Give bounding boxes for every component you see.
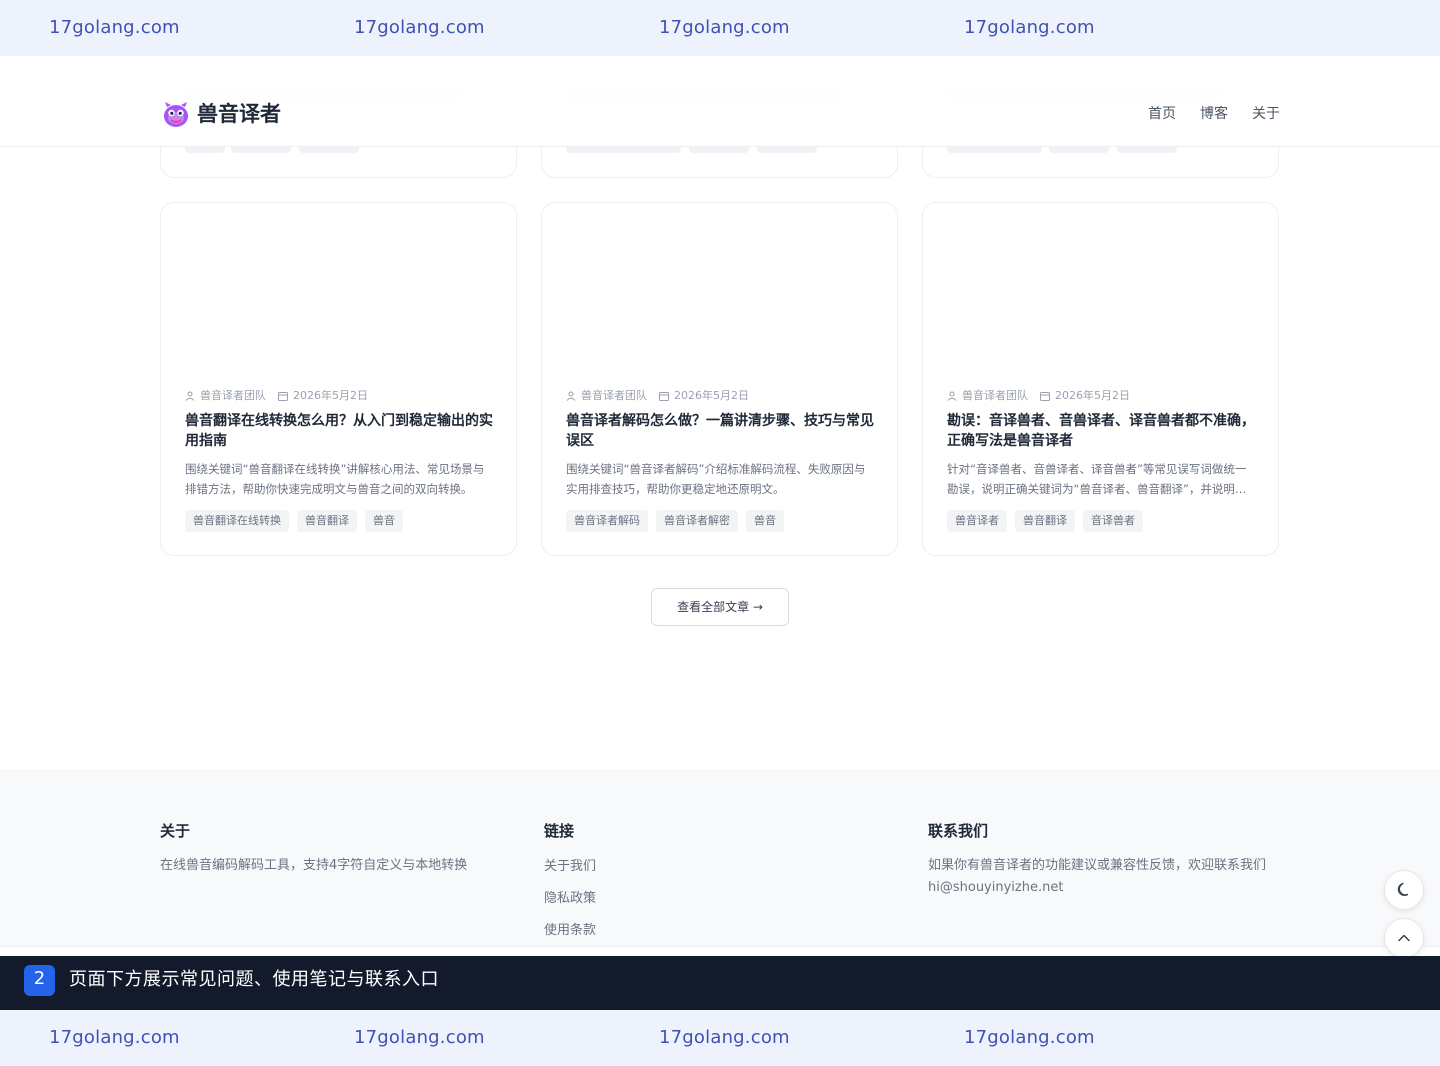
footer-heading: 关于 <box>160 822 191 840</box>
tag[interactable]: 兽音翻译在线转换 <box>185 510 289 532</box>
tag[interactable]: 兽音译者解码 <box>566 510 648 532</box>
footer-heading: 联系我们 <box>928 822 989 840</box>
site-header: 兽音译者 首页 博客 关于 <box>0 56 1440 147</box>
card-cover-image <box>161 203 516 373</box>
footer-heading: 链接 <box>544 822 575 840</box>
tag[interactable]: 兽音译者 <box>947 510 1007 532</box>
watermark-text: 17golang.com <box>354 17 485 38</box>
brand-name[interactable]: 兽音译者 <box>197 100 281 128</box>
card-date: 2026年5月2日 <box>293 389 368 402</box>
card-cover-image <box>542 203 897 373</box>
calendar-icon <box>278 392 288 401</box>
watermark-text: 17golang.com <box>964 1027 1095 1048</box>
nav-blog[interactable]: 博客 <box>1200 104 1228 124</box>
view-all-articles-button[interactable]: 查看全部文章 → <box>651 588 789 626</box>
card-excerpt: 针对“音译兽者、音兽译者、译音兽者”等常见误写词做统一勘误，说明正确关键词为“兽… <box>947 462 1247 496</box>
nav-about[interactable]: 关于 <box>1252 104 1280 124</box>
watermark-text: 17golang.com <box>659 17 790 38</box>
card-tags: 兽音译者 兽音翻译 音译兽者 <box>947 510 1143 532</box>
article-card[interactable]: 兽音译者团队 2026年5月2日 兽音译者解码怎么做？一篇讲清步骤、技巧与常见误… <box>541 202 898 556</box>
step-banner: 2 页面下方展示常见问题、使用笔记与联系入口 <box>0 956 1440 1010</box>
tag[interactable]: 兽音 <box>365 510 403 532</box>
dark-mode-toggle[interactable] <box>1384 870 1424 910</box>
chevron-up-icon <box>1398 934 1410 942</box>
footer-about-text: 在线兽音编码解码工具，支持4字符自定义与本地转换 <box>160 858 468 873</box>
article-card[interactable]: 兽音译者团队 2026年5月2日 勘误：音译兽者、音兽译者、译音兽者都不准确，正… <box>922 202 1279 556</box>
card-meta: 兽音译者团队 2026年5月2日 <box>566 389 749 403</box>
article-card[interactable]: 兽音译者团队 2026年5月2日 兽音翻译在线转换怎么用？从入门到稳定输出的实用… <box>160 202 517 556</box>
watermark-bar-bottom: 17golang.com 17golang.com 17golang.com 1… <box>0 1010 1440 1066</box>
user-icon <box>185 391 195 401</box>
card-title[interactable]: 兽音译者解码怎么做？一篇讲清步骤、技巧与常见误区 <box>566 411 876 451</box>
watermark-text: 17golang.com <box>49 1027 180 1048</box>
card-author: 兽音译者团队 <box>962 389 1028 402</box>
card-title[interactable]: 勘误：音译兽者、音兽译者、译音兽者都不准确，正确写法是兽音译者 <box>947 411 1257 451</box>
footer-link-terms[interactable]: 使用条款 <box>544 921 844 941</box>
footer-contact: 联系我们 如果你有兽音译者的功能建议或兼容性反馈，欢迎联系我们hi@shouyi… <box>928 821 1280 899</box>
footer-link-privacy[interactable]: 隐私政策 <box>544 889 844 909</box>
watermark-text: 17golang.com <box>49 17 180 38</box>
watermark-text: 17golang.com <box>659 1027 790 1048</box>
card-cover-image <box>923 203 1278 373</box>
footer-contact-text: 如果你有兽音译者的功能建议或兼容性反馈，欢迎联系我们hi@shouyinyizh… <box>928 858 1267 895</box>
user-icon <box>566 391 576 401</box>
tag[interactable]: 兽音翻译 <box>1015 510 1075 532</box>
moon-icon <box>1397 882 1409 896</box>
calendar-icon <box>1040 392 1050 401</box>
card-author: 兽音译者团队 <box>200 389 266 402</box>
footer-links: 链接 关于我们 隐私政策 使用条款 <box>544 821 844 941</box>
card-tags: 兽音翻译在线转换 兽音翻译 兽音 <box>185 510 403 532</box>
nav-home[interactable]: 首页 <box>1148 104 1176 124</box>
monster-logo-icon[interactable] <box>162 100 190 128</box>
card-title[interactable]: 兽音翻译在线转换怎么用？从入门到稳定输出的实用指南 <box>185 411 495 451</box>
card-excerpt: 围绕关键词“兽音翻译在线转换”讲解核心用法、常见场景与排错方法，帮助你快速完成明… <box>185 462 485 496</box>
card-date: 2026年5月2日 <box>1055 389 1130 402</box>
watermark-text: 17golang.com <box>354 1027 485 1048</box>
step-banner-text: 页面下方展示常见问题、使用笔记与联系入口 <box>69 969 439 990</box>
card-meta: 兽音译者团队 2026年5月2日 <box>185 389 368 403</box>
footer-link-about-us[interactable]: 关于我们 <box>544 857 844 877</box>
step-badge: 2 <box>24 965 55 996</box>
card-tags: 兽音译者解码 兽音译者解密 兽音 <box>566 510 784 532</box>
card-author: 兽音译者团队 <box>581 389 647 402</box>
calendar-icon <box>659 392 669 401</box>
site-footer: 关于 在线兽音编码解码工具，支持4字符自定义与本地转换 链接 关于我们 隐私政策… <box>0 769 1440 947</box>
tag[interactable]: 兽音翻译 <box>297 510 357 532</box>
card-meta: 兽音译者团队 2026年5月2日 <box>947 389 1130 403</box>
user-icon <box>947 391 957 401</box>
watermark-bar-top: 17golang.com 17golang.com 17golang.com 1… <box>0 0 1440 56</box>
card-date: 2026年5月2日 <box>674 389 749 402</box>
back-to-top-button[interactable] <box>1384 918 1424 958</box>
watermark-text: 17golang.com <box>964 17 1095 38</box>
tag[interactable]: 兽音译者解密 <box>656 510 738 532</box>
tag[interactable]: 兽音 <box>746 510 784 532</box>
tag[interactable]: 音译兽者 <box>1083 510 1143 532</box>
card-excerpt: 围绕关键词“兽音译者解码”介绍标准解码流程、失败原因与实用排查技巧，帮助你更稳定… <box>566 462 866 496</box>
footer-about: 关于 在线兽音编码解码工具，支持4字符自定义与本地转换 <box>160 821 520 877</box>
